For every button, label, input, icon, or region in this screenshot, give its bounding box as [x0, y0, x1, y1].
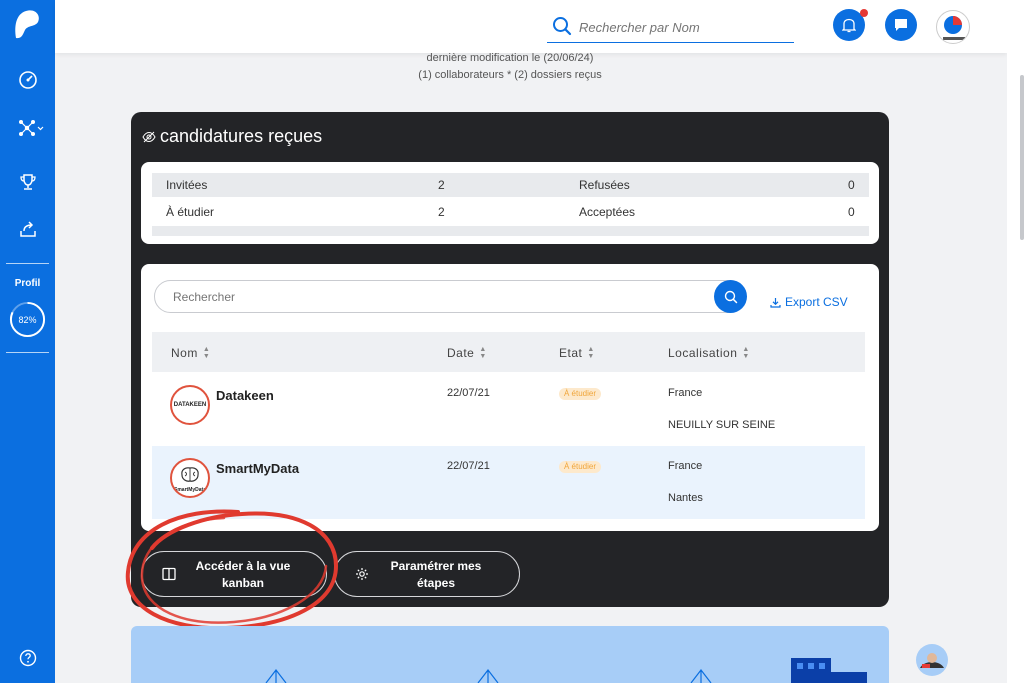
stats-row: À étudier 2 Acceptées 0: [152, 200, 869, 224]
stat-label: Refusées: [579, 178, 630, 192]
annotation-circle: [125, 509, 339, 631]
help-icon[interactable]: [19, 649, 37, 672]
global-search[interactable]: [547, 12, 794, 43]
search-icon: [552, 16, 572, 41]
sidebar-divider: [6, 352, 49, 353]
table-row[interactable]: [152, 373, 865, 446]
sort-icon: ▲ ▼: [479, 346, 487, 360]
download-icon: [770, 297, 781, 308]
user-avatar[interactable]: [936, 10, 970, 44]
column-header-location[interactable]: Localisation ▲ ▼: [668, 346, 750, 360]
brand-logo[interactable]: [12, 8, 42, 42]
messages-button[interactable]: [885, 9, 917, 41]
location-country: France: [668, 460, 703, 472]
table-header: [152, 332, 865, 372]
dashboard-icon[interactable]: [15, 67, 41, 93]
company-logo: SmartMyData: [170, 458, 210, 498]
eye-off-icon: [142, 131, 156, 142]
card-title: candidatures reçues: [142, 126, 322, 147]
location-country: France: [668, 387, 703, 399]
column-header-label: Localisation: [668, 346, 738, 360]
profile-label: Profil: [14, 278, 41, 289]
sort-icon: ▲ ▼: [202, 346, 211, 360]
column-header-date[interactable]: Date ▲ ▼: [447, 346, 487, 360]
configure-steps-label: Paramétrer mes étapes: [381, 558, 491, 592]
stats-footer: [152, 226, 869, 236]
sidebar-divider: [6, 263, 49, 264]
chat-icon: [895, 19, 907, 31]
network-illustration: [265, 658, 867, 683]
stat-value: 0: [848, 178, 855, 192]
application-date: 22/07/21: [447, 460, 490, 472]
export-csv-label: Export CSV: [785, 295, 848, 309]
stat-label: Acceptées: [579, 205, 636, 219]
network-icon[interactable]: [15, 115, 47, 141]
search-icon: [724, 290, 737, 303]
status-badge: À étudier: [559, 388, 602, 400]
configure-steps-button[interactable]: Paramétrer mes étapes: [334, 551, 520, 597]
profile-percent: 82%: [18, 314, 37, 325]
list-search-input[interactable]: [173, 288, 693, 306]
promo-illustration: [131, 626, 889, 683]
card-title-text: candidatures reçues: [160, 126, 323, 146]
stats-row: Invitées 2 Refusées 0: [152, 173, 869, 197]
company-logo: DATAKEEN: [170, 385, 210, 425]
counts-text: (1) collaborateurs * (2) dossiers reçus: [418, 69, 602, 81]
last-modified-text: dernière modification le (20/06/24): [426, 52, 594, 64]
stat-label: Invitées: [166, 178, 208, 192]
steps-label-line2: étapes: [416, 576, 456, 590]
share-icon[interactable]: [15, 216, 41, 242]
company-name[interactable]: SmartMyData: [216, 461, 299, 476]
application-date: 22/07/21: [447, 387, 490, 399]
status-badge: À étudier: [559, 461, 602, 473]
scrollbar[interactable]: [1020, 75, 1024, 240]
location-city: NEUILLY SUR SEINE: [668, 419, 776, 431]
sidebar: Profil 82%: [0, 0, 55, 683]
column-header-label: Etat: [559, 346, 583, 360]
trophy-icon[interactable]: [15, 169, 41, 195]
stat-value: 2: [438, 205, 445, 219]
column-header-label: Nom: [171, 346, 198, 360]
bell-icon: [842, 18, 856, 33]
gear-icon: [355, 567, 369, 584]
notification-dot: [860, 9, 868, 17]
company-logo-text: DATAKEEN: [173, 402, 207, 408]
column-header-name[interactable]: Nom ▲ ▼: [171, 346, 210, 360]
global-search-input[interactable]: [579, 17, 789, 37]
export-csv-link[interactable]: Export CSV: [770, 295, 848, 309]
column-header-status[interactable]: Etat ▲ ▼: [559, 346, 595, 360]
assistant-avatar[interactable]: [914, 642, 950, 678]
brain-icon: [181, 467, 199, 482]
company-name[interactable]: Datakeen: [216, 388, 274, 403]
sort-icon: ▲ ▼: [587, 346, 595, 360]
steps-label-line1: Paramétrer mes: [390, 559, 482, 573]
list-search[interactable]: [154, 280, 746, 313]
top-bar: [55, 0, 1007, 53]
company-logo-text: SmartMyData: [174, 487, 206, 493]
stat-value: 0: [848, 205, 855, 219]
list-search-button[interactable]: [714, 280, 747, 313]
column-header-label: Date: [447, 346, 475, 360]
sort-icon: ▲ ▼: [742, 346, 750, 360]
stat-value: 2: [438, 178, 445, 192]
stat-label: À étudier: [166, 205, 215, 219]
location-city: Nantes: [668, 492, 703, 504]
